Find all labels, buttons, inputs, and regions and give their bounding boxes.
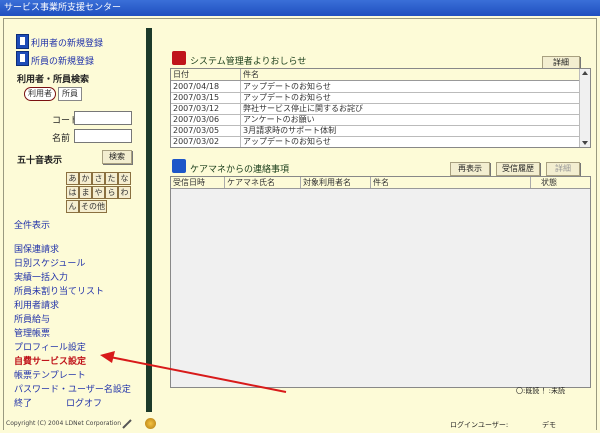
annotation-arrow — [100, 351, 287, 393]
